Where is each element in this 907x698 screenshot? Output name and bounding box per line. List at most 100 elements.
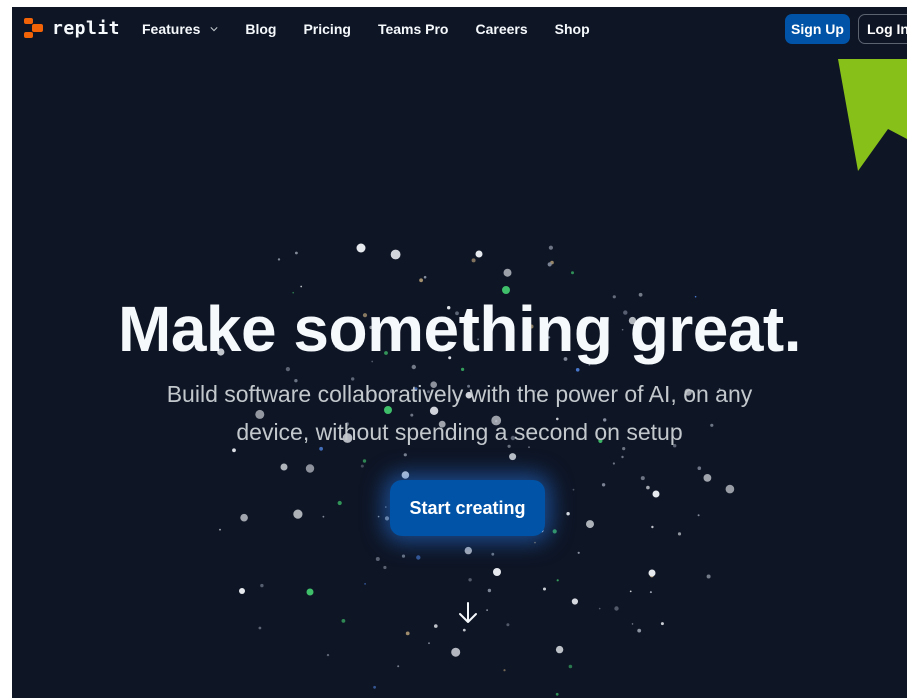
particle-dot [621,455,624,459]
particle-dot [300,285,303,288]
sign-up-button[interactable]: Sign Up [785,14,850,44]
particle-dot [277,258,281,261]
particle-dot [434,624,438,628]
nav-item-label: Careers [475,21,528,37]
particle-dot [506,623,510,627]
particle-dot [401,471,410,479]
particle-dot [543,587,546,591]
particle-dot [487,588,492,593]
page-viewport: replit Features Blog Pricing Teams Pro C… [12,7,907,698]
particle-dot [677,532,682,536]
log-in-button[interactable]: Log In [858,14,907,44]
particle-dot [660,622,664,626]
hero-subtitle-line: device, without spending a second on set… [236,419,683,445]
particle-dot [703,474,712,482]
particle-dot [652,490,660,498]
particle-dot [326,653,330,657]
particle-dot [240,513,248,522]
particle-dot [375,557,380,561]
particle-dot [556,579,559,582]
particle-dot [571,271,574,275]
particle-dot [697,514,700,517]
particle-dot [373,685,376,689]
nav-item-teams-pro[interactable]: Teams Pro [378,21,449,37]
particle-dot [646,485,650,490]
particle-dot [364,583,366,585]
particle-dot [475,250,483,258]
particle-dot [428,642,430,645]
particle-dot [464,546,472,555]
particle-dot [461,367,465,371]
particle-dot [451,647,461,657]
particle-dot [555,692,559,696]
particle-dot [384,516,390,521]
particle-dot [571,598,579,605]
particle-dot [397,665,400,668]
particle-dot [239,588,245,594]
particle-dot [566,512,570,516]
particle-dot [405,631,410,636]
particle-dot [305,464,315,473]
particle-dot [555,645,564,654]
nav-item-features[interactable]: Features [142,21,218,37]
particle-dot [486,609,488,611]
particle-dot [575,368,580,372]
particle-dot [322,515,325,518]
particle-dot [601,483,606,487]
particle-dot [491,552,495,556]
particle-dot [577,551,580,554]
nav-item-label: Shop [554,21,590,37]
nav-item-careers[interactable]: Careers [475,21,527,37]
particle-dot [706,574,711,579]
start-creating-button[interactable]: Start creating [390,480,545,536]
particle-dot [362,459,367,463]
nav-links: Features Blog Pricing Teams Pro Careers … [142,21,617,37]
particle-dot [697,466,702,471]
nav-item-blog[interactable]: Blog [245,21,276,37]
particle-dot [509,453,517,461]
particle-dot [548,245,554,250]
particle-dot [306,588,314,596]
particle-dot [598,607,601,610]
particle-dot [651,525,654,529]
particle-dot [390,249,401,260]
nav-item-shop[interactable]: Shop [555,21,590,37]
particle-dot [403,453,407,457]
particle-dot [534,541,536,544]
annotation-arrow-icon [838,59,907,171]
top-nav: replit Features Blog Pricing Teams Pro C… [12,7,907,53]
replit-logo[interactable]: replit [24,16,120,40]
particle-dot [586,520,594,529]
particle-dot [648,569,656,577]
particle-dot [468,578,472,582]
particle-dot [462,628,466,632]
replit-logo-icon [24,16,44,40]
particle-dot [293,509,303,519]
particle-dot [503,268,512,277]
particle-dot [285,367,290,372]
nav-item-label: Pricing [303,21,351,37]
particle-dot [401,554,406,558]
nav-item-label: Teams Pro [377,21,449,37]
particle-dot [295,251,298,255]
brand-name: replit [52,17,121,39]
particle-dot [547,262,552,267]
particle-dot [637,628,642,633]
particle-dot [568,664,573,669]
arrow-down-icon[interactable] [457,601,479,625]
particle-dot [383,565,387,570]
particle-dot [260,583,264,588]
particle-dot [423,275,427,279]
nav-item-pricing[interactable]: Pricing [303,21,350,37]
hero-title: Make something great. [118,293,802,365]
particle-dot [385,506,387,508]
chevron-down-icon [210,27,218,32]
particle-dot [219,528,221,531]
particle-dot [360,464,364,468]
particle-dot [612,462,616,465]
particle-dot [377,515,380,518]
particle-dot [356,243,366,253]
particle-dot [337,500,342,506]
particle-dot [258,626,262,630]
particle-dot [629,590,632,593]
